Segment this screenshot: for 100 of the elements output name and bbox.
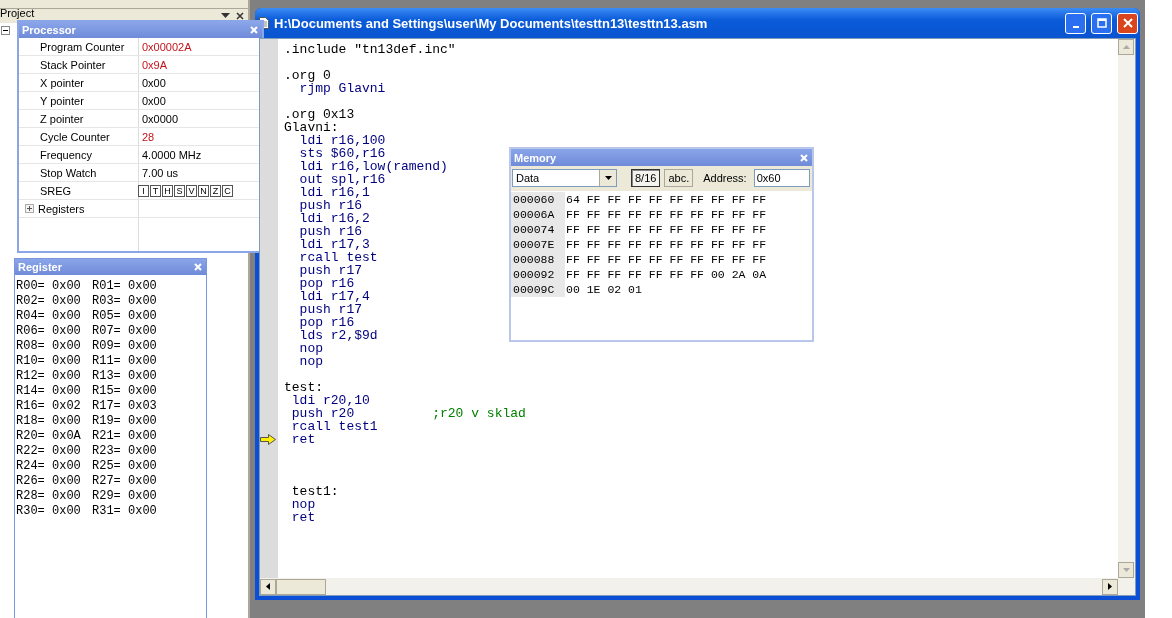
memory-bytes: 00 1E 02 01 bbox=[565, 282, 642, 297]
register-name: R20= bbox=[16, 429, 46, 444]
code-line: push r17 bbox=[298, 264, 362, 277]
register-name: R17= bbox=[92, 399, 122, 414]
register-value: 0x00 bbox=[128, 354, 158, 369]
register-name: R10= bbox=[16, 354, 46, 369]
register-value: 0x00 bbox=[128, 294, 158, 309]
row-label: Cycle Counter bbox=[40, 130, 110, 143]
code-line: ldi r16,low(ramend) bbox=[298, 160, 448, 173]
close-icon bbox=[1122, 18, 1133, 28]
scroll-thumb[interactable] bbox=[276, 578, 326, 595]
row-value: 0x9A bbox=[141, 58, 168, 71]
register-name: R31= bbox=[92, 504, 122, 519]
maximize-button[interactable] bbox=[1091, 12, 1112, 34]
memory-bytes: FF FF FF FF FF FF FF FF FF FF bbox=[565, 252, 767, 267]
register-value: 0x00 bbox=[52, 279, 82, 294]
register-name: R25= bbox=[92, 459, 122, 474]
address-field[interactable]: 0x60 bbox=[753, 168, 810, 187]
register-name: R02= bbox=[16, 294, 46, 309]
row-label: Registers bbox=[38, 202, 85, 215]
register-value: 0x00 bbox=[52, 339, 82, 354]
address-label: Address: bbox=[703, 171, 747, 184]
collapse-icon[interactable] bbox=[1, 26, 10, 35]
register-value: 0x00 bbox=[128, 489, 158, 504]
expand-icon[interactable] bbox=[25, 204, 34, 213]
memory-address: 00009C bbox=[511, 282, 565, 297]
minimize-icon bbox=[1072, 25, 1079, 28]
scroll-right-icon[interactable] bbox=[1108, 583, 1112, 590]
ascii-button[interactable]: abc. bbox=[664, 168, 694, 187]
code-line: push r16 bbox=[298, 199, 362, 212]
row-label: SREG bbox=[40, 184, 72, 197]
maximize-icon bbox=[1096, 18, 1107, 28]
register-name: R14= bbox=[16, 384, 46, 399]
code-line: push r16 bbox=[298, 225, 362, 238]
register-value: 0x00 bbox=[52, 324, 82, 339]
window-title: Memory bbox=[514, 151, 557, 164]
register-value: 0x00 bbox=[52, 354, 82, 369]
register-name: R07= bbox=[92, 324, 122, 339]
register-name: R11= bbox=[92, 354, 122, 369]
register-value: 0x00 bbox=[52, 369, 82, 384]
register-value: 0x00 bbox=[128, 384, 158, 399]
register-name: R29= bbox=[92, 489, 122, 504]
register-value: 0x02 bbox=[52, 399, 82, 414]
register-value: 0x0A bbox=[52, 429, 82, 444]
memory-space-dropdown[interactable]: Data bbox=[512, 168, 617, 187]
register-value: 0x00 bbox=[128, 339, 158, 354]
row-label: Y pointer bbox=[40, 94, 84, 107]
register-value: 0x00 bbox=[128, 309, 158, 324]
register-value: 0x00 bbox=[128, 504, 158, 519]
code-line: ldi r20,10 bbox=[290, 394, 370, 407]
register-name: R16= bbox=[16, 399, 46, 414]
register-name: R22= bbox=[16, 444, 46, 459]
close-button[interactable] bbox=[1117, 12, 1138, 34]
code-line: ldi r17,3 bbox=[298, 238, 370, 251]
register-value: 0x00 bbox=[52, 384, 82, 399]
code-line: nop bbox=[290, 498, 316, 511]
code-line: .org 0x13 bbox=[284, 108, 355, 121]
memory-address: 000092 bbox=[511, 267, 565, 282]
flag-box: T bbox=[150, 184, 161, 197]
register-value: 0x00 bbox=[52, 474, 82, 489]
row-label: Frequency bbox=[40, 148, 92, 161]
register-value: 0x00 bbox=[128, 369, 158, 384]
memory-bytes: FF FF FF FF FF FF FF FF FF FF bbox=[565, 207, 767, 222]
code-line: .org 0 bbox=[284, 69, 331, 82]
flag-box: N bbox=[198, 184, 209, 197]
register-name: R12= bbox=[16, 369, 46, 384]
register-name: R28= bbox=[16, 489, 46, 504]
row-label: Program Counter bbox=[40, 40, 125, 53]
code-line: pop r16 bbox=[298, 316, 355, 329]
word-size-button[interactable]: 8/16 bbox=[631, 168, 661, 187]
register-value: 0x03 bbox=[128, 399, 158, 414]
code-line: nop bbox=[298, 342, 323, 355]
register-value: 0x00 bbox=[128, 279, 158, 294]
register-name: R23= bbox=[92, 444, 122, 459]
register-value: 0x00 bbox=[128, 324, 158, 339]
flag-box: H bbox=[162, 184, 173, 197]
register-name: R04= bbox=[16, 309, 46, 324]
horizontal-scrollbar[interactable] bbox=[260, 578, 1135, 595]
code-line: push r20 bbox=[290, 407, 356, 420]
code-line: lds r2,$9d bbox=[298, 329, 378, 342]
memory-address: 000088 bbox=[511, 252, 565, 267]
register-value: 0x00 bbox=[52, 444, 82, 459]
code-line: rjmp Glavni bbox=[299, 82, 386, 95]
scroll-left-icon[interactable] bbox=[266, 583, 270, 590]
register-name: R00= bbox=[16, 279, 46, 294]
minimize-button[interactable] bbox=[1065, 12, 1086, 34]
register-name: R05= bbox=[92, 309, 122, 324]
row-value: 0x0000 bbox=[141, 112, 179, 125]
row-value: 0x00 bbox=[141, 76, 166, 89]
row-value: 7.00 us bbox=[141, 166, 179, 179]
code-line: rcall test1 bbox=[290, 420, 378, 433]
register-name: R13= bbox=[92, 369, 122, 384]
window-title: H:\Documents and Settings\user\My Documents\testtn13\testtn13.asm bbox=[274, 15, 709, 31]
register-value: 0x00 bbox=[52, 489, 82, 504]
close-icon[interactable] bbox=[236, 12, 244, 20]
code-line: .include "tn13def.inc" bbox=[284, 43, 456, 56]
code-line: Glavni: bbox=[284, 121, 339, 134]
register-name: R06= bbox=[16, 324, 46, 339]
code-line: ret bbox=[290, 433, 316, 446]
flag-box: C bbox=[222, 184, 233, 197]
